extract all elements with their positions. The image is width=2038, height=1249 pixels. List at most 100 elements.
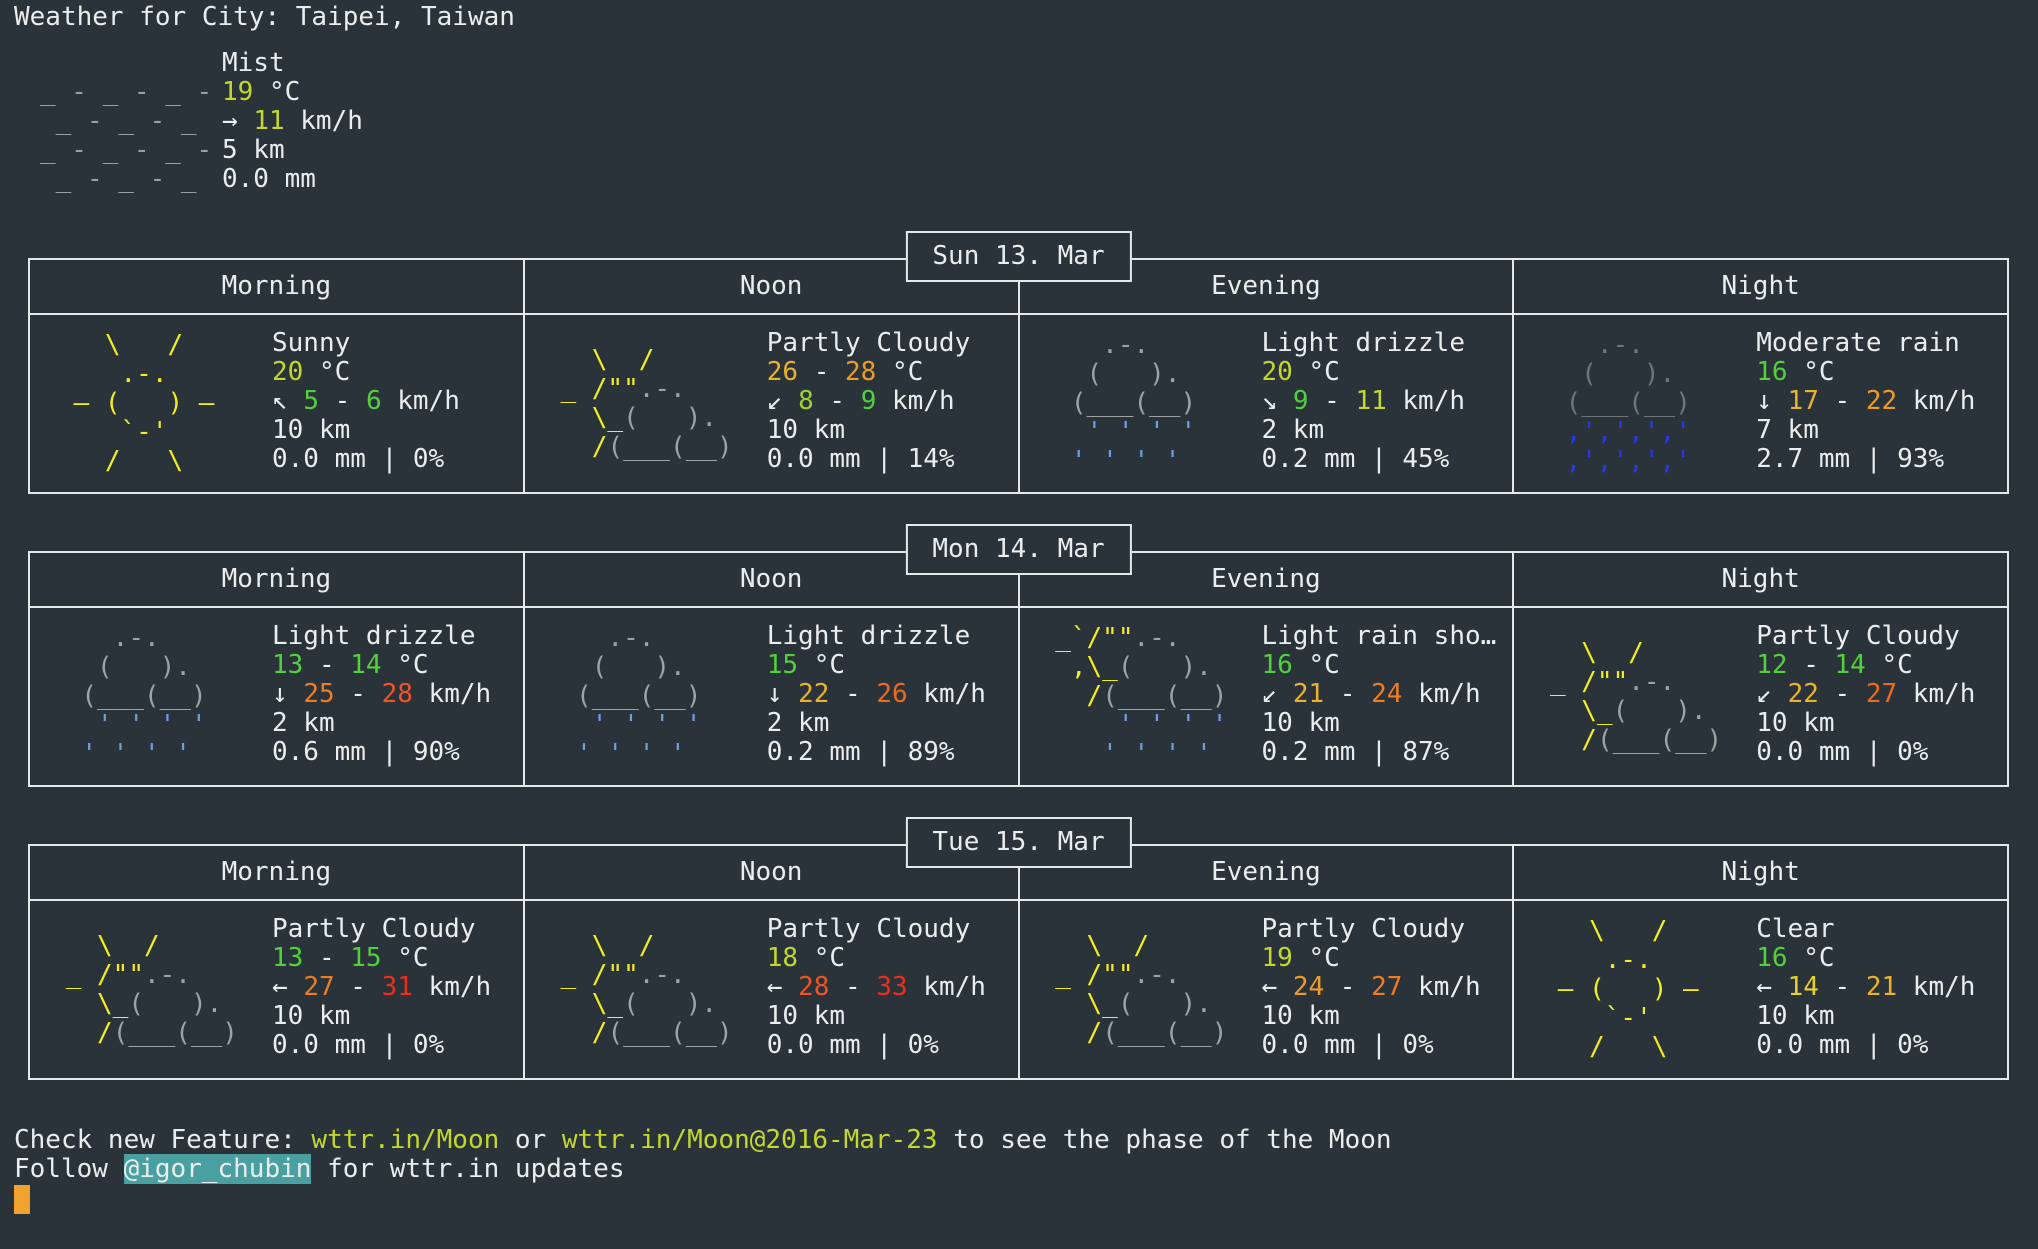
visibility: 2 km	[1261, 415, 1325, 445]
moon-link[interactable]: wttr.in/Moon	[311, 1125, 499, 1155]
moderate-rain-icon: .-. ( ). (___(__) ‚'‚'‚'‚' ‚'‚'‚'‚'	[1565, 330, 1691, 476]
forecast-days: Sun 13. Mar Morning Noon Evening Night \ / …	[14, 231, 2038, 1080]
temperature: 13 - 15 °C	[272, 943, 429, 973]
mist-icon: _ - _ - _ - _ - _ - _ _ - _ - _ - _ - _ -…	[40, 77, 213, 194]
forecast-cell: \ / _ /"".-. \_( ). /(___(__) Partly Clou…	[522, 313, 1020, 494]
forecast-cell: \ / _ /"".-. \_( ). /(___(__) Partly Clou…	[1017, 899, 1515, 1080]
forecast-cell: \ / _ /"".-. \_( ). /(___(__) Partly Clou…	[522, 899, 1020, 1080]
moon-date-link[interactable]: wttr.in/Moon@2016-Mar-23	[562, 1125, 938, 1155]
visibility: 2 km	[766, 708, 830, 738]
cell-details: Partly Cloudy 18 °C ← 28 - 33 km/h 10 km 0.0…	[753, 901, 1018, 1078]
partly-cloudy-icon: \ / _ /"".-. \_( ). /(___(__)	[544, 344, 733, 462]
partly-cloudy-icon: \ / _ /"".-. \_( ). /(___(__)	[1534, 637, 1723, 755]
condition-label: Light drizzle	[766, 621, 971, 651]
sunny-icon: \ / .-. – ( ) – `-' / \	[73, 330, 215, 476]
date-label: Sun 13. Mar	[905, 231, 1132, 282]
cell-details: Clear 16 °C ← 14 - 21 km/h 10 km 0.0 mm | 0%	[1742, 901, 2007, 1078]
visibility: 10 km	[1756, 1001, 1835, 1031]
footer-follow-line: Follow @igor_chubin for wttr.in updates	[14, 1154, 625, 1184]
wind: ↖ 5 - 6 km/h	[272, 386, 460, 416]
condition-label: Partly Cloudy	[766, 914, 971, 944]
condition-label: Partly Cloudy	[272, 914, 476, 944]
footer-feature-line: Check new Feature: wttr.in/Moon or wttr.…	[14, 1125, 1392, 1155]
terminal-cursor	[14, 1185, 30, 1214]
temperature: 13 - 14 °C	[272, 650, 429, 680]
cell-details: Partly Cloudy 26 - 28 °C ↙ 8 - 9 km/h 10 km…	[753, 315, 1018, 492]
wind: ↓ 17 - 22 km/h	[1756, 386, 1976, 416]
visibility: 10 km	[1756, 708, 1835, 738]
partly-cloudy-icon: \ / _ /"".-. \_( ). /(___(__)	[50, 930, 238, 1048]
current-conditions: _ - _ - _ - _ - _ - _ _ - _ - _ - _ - _ -…	[14, 49, 2038, 194]
temperature: 15 °C	[766, 650, 846, 680]
wind: ↓ 22 - 26 km/h	[766, 679, 986, 709]
precipitation: 0.2 mm | 87%	[1261, 737, 1450, 767]
visibility: 10 km	[272, 1001, 351, 1031]
condition-label: Partly Cloudy	[766, 328, 971, 358]
forecast-table: Morning Noon Evening Night .-. ( ). (___(__)…	[28, 551, 2009, 787]
date-label: Tue 15. Mar	[905, 817, 1132, 868]
condition-label: Mist	[222, 48, 285, 78]
wind: → 11 km/h	[222, 106, 363, 136]
temperature: 19 °C	[1261, 943, 1340, 973]
column-header-night: Night	[1512, 844, 2009, 901]
forecast-table: Morning Noon Evening Night \ / _ /"".-. \_(…	[28, 844, 2009, 1080]
current-weather-details: Mist 19 °C → 11 km/h 5 km 0.0 mm	[222, 49, 363, 194]
visibility: 10 km	[766, 1001, 846, 1031]
day-section: Mon 14. Mar Morning Noon Evening Night .-. …	[28, 524, 2009, 787]
date-label: Mon 14. Mar	[905, 524, 1132, 575]
light-drizzle-icon: .-. ( ). (___(__) ' ' ' ' ' ' ' '	[576, 623, 702, 769]
precipitation: 0.0 mm | 0%	[1756, 737, 1929, 767]
temperature: 16 °C	[1261, 650, 1340, 680]
precipitation: 0.0 mm | 0%	[1756, 1030, 1929, 1060]
visibility: 5 km	[222, 135, 285, 165]
temperature: 18 °C	[766, 943, 846, 973]
temperature: 12 - 14 °C	[1756, 650, 1913, 680]
footer: Check new Feature: wttr.in/Moon or wttr.…	[14, 1126, 2038, 1214]
precipitation: 0.0 mm | 0%	[1261, 1030, 1434, 1060]
forecast-cell: \ / _ /"".-. \_( ). /(___(__) Partly Clou…	[28, 899, 525, 1080]
visibility: 10 km	[1261, 1001, 1340, 1031]
partly-cloudy-icon: \ / _ /"".-. \_( ). /(___(__)	[544, 930, 733, 1048]
igor-chubin-handle[interactable]: @igor_chubin	[123, 1154, 312, 1184]
visibility: 2 km	[272, 708, 335, 738]
precipitation: 0.0 mm | 0%	[272, 1030, 445, 1060]
column-header-night: Night	[1512, 258, 2009, 315]
forecast-cell: _`/"".-. ,\_( ). /(___(__) ' ' ' ' ' ' '…	[1017, 606, 1515, 787]
day-section: Tue 15. Mar Morning Noon Evening Night \ / …	[28, 817, 2009, 1080]
precipitation: 0.0 mm | 14%	[766, 444, 955, 474]
visibility: 10 km	[766, 415, 846, 445]
temperature: 16 °C	[1756, 357, 1835, 387]
column-header-morning: Morning	[28, 258, 525, 315]
column-header-morning: Morning	[28, 551, 525, 608]
wind: ← 27 - 31 km/h	[272, 972, 492, 1002]
forecast-table: Morning Noon Evening Night \ / .-. – ( ) – `…	[28, 258, 2009, 494]
cell-details: Partly Cloudy 19 °C ← 24 - 27 km/h 10 km 0.0…	[1248, 901, 1513, 1078]
condition-label: Sunny	[272, 328, 351, 358]
cell-details: Partly Cloudy 13 - 15 °C ← 27 - 31 km/h 10 …	[258, 901, 523, 1078]
forecast-cell: .-. ( ). (___(__) ‚'‚'‚'‚' ‚'‚'‚'‚' Moderate…	[1512, 313, 2009, 494]
temperature: 19 °C	[222, 77, 301, 107]
current-weather-icon: _ - _ - _ - _ - _ - _ _ - _ - _ - _ - _ -…	[40, 49, 218, 194]
cell-details: Light rain sho… 16 °C ↙ 21 - 24 km/h 10 km 0…	[1248, 608, 1513, 785]
cell-details: Light drizzle 13 - 14 °C ↓ 25 - 28 km/h 2 k…	[258, 608, 523, 785]
condition-label: Light drizzle	[272, 621, 476, 651]
visibility: 7 km	[1756, 415, 1819, 445]
wind: ↙ 8 - 9 km/h	[766, 386, 955, 416]
precipitation: 0.6 mm | 90%	[272, 737, 460, 767]
wind: ↓ 25 - 28 km/h	[272, 679, 492, 709]
forecast-cell: \ / .-. – ( ) – `-' / \ Clear 16 °C ← 14 - 2…	[1512, 899, 2009, 1080]
wind: ↘ 9 - 11 km/h	[1261, 386, 1466, 416]
condition-label: Partly Cloudy	[1756, 621, 1960, 651]
precipitation: 0.2 mm | 89%	[766, 737, 955, 767]
cell-details: Sunny 20 °C ↖ 5 - 6 km/h 10 km 0.0 mm | 0%	[258, 315, 523, 492]
terminal-screen: { "title": "Weather for City: Taipei, Ta…	[0, 0, 2038, 1249]
precipitation: 0.0 mm | 0%	[272, 444, 445, 474]
light-rain-shower-icon: _`/"".-. ,\_( ). /(___(__) ' ' ' ' ' ' '…	[1039, 623, 1228, 769]
precipitation: 2.7 mm | 93%	[1756, 444, 1945, 474]
column-header-night: Night	[1512, 551, 2009, 608]
cell-details: Light drizzle 15 °C ↓ 22 - 26 km/h 2 km 0.2 …	[753, 608, 1018, 785]
temperature: 26 - 28 °C	[766, 357, 924, 387]
light-drizzle-icon: .-. ( ). (___(__) ' ' ' ' ' ' ' '	[81, 623, 207, 769]
day-section: Sun 13. Mar Morning Noon Evening Night \ / …	[28, 231, 2009, 494]
temperature: 16 °C	[1756, 943, 1835, 973]
